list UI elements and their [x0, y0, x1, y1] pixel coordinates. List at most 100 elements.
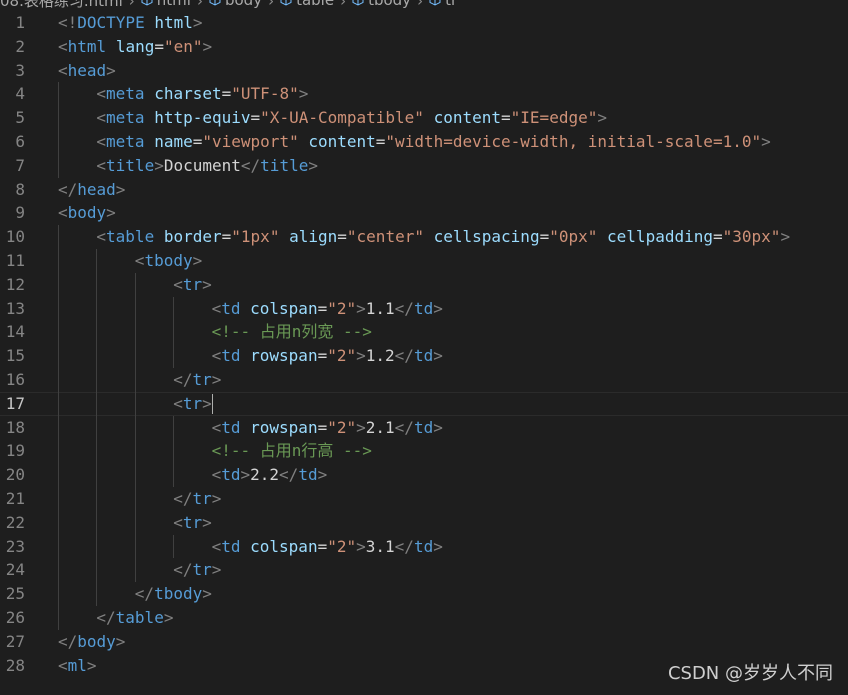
code-line[interactable]: 20 <td>2.2</td>: [0, 463, 848, 487]
token-p: <: [58, 60, 68, 80]
breadcrumb-item-tbody[interactable]: tbody: [352, 0, 411, 9]
code-line[interactable]: 16 </tr>: [0, 367, 848, 392]
token-str: "0px": [549, 227, 598, 247]
token-p: >: [298, 84, 309, 104]
line-number: 8: [15, 179, 25, 199]
code-line[interactable]: 10 <table border="1px" align="center" cel…: [0, 225, 848, 249]
code-line[interactable]: 13 <td colspan="2">1.1</td>: [0, 296, 848, 321]
line-number: 16: [5, 369, 25, 389]
token-p: </: [173, 369, 193, 389]
breadcrumb-file[interactable]: 08.表格练习.html: [0, 0, 123, 9]
code-line[interactable]: 12 <tr>: [0, 272, 848, 297]
line-number: 3: [15, 60, 25, 80]
code-line[interactable]: 14 <!-- 占用n列宽 -->: [0, 320, 848, 345]
token-tag: ml: [67, 655, 87, 675]
indent-guide: [134, 367, 136, 392]
token-text: =: [221, 227, 232, 247]
indent-guide: [96, 463, 98, 487]
code-content: </tr>: [173, 487, 221, 511]
indent-guide: [96, 558, 98, 583]
code-line[interactable]: 26 </table>: [0, 605, 848, 630]
code-content: <!-- 占用n列宽 -->: [212, 320, 372, 344]
indent-guide: [58, 225, 59, 249]
code-line[interactable]: 9 <body>: [0, 201, 848, 225]
breadcrumb-item-tr[interactable]: tr: [429, 0, 457, 9]
token-tag: meta: [106, 108, 145, 128]
code-line[interactable]: 1 <!DOCTYPE html>: [0, 11, 848, 35]
token-p: </: [96, 607, 116, 627]
indent-guide: [96, 415, 98, 440]
token-text: =: [337, 227, 347, 247]
line-number: 1: [15, 13, 25, 32]
code-editor[interactable]: 08.表格练习.html › html › body › table › tbody › tr 1 <…: [0, 0, 848, 695]
line-number: 13: [5, 298, 25, 318]
token-tag: td: [221, 346, 241, 366]
token-p: <: [211, 346, 222, 366]
token-attr: cellpadding: [607, 227, 713, 247]
token-attr: content: [433, 108, 502, 128]
indent-guide: [58, 391, 59, 416]
indent-guide: [58, 344, 59, 368]
token-p: <: [173, 393, 183, 413]
code-line[interactable]: 24 </tr>: [0, 558, 848, 583]
code-line[interactable]: 11 <tbody>: [0, 248, 848, 273]
indent-guide: [96, 391, 98, 416]
token-p: <: [96, 227, 107, 247]
indent-guide: [58, 367, 59, 392]
code-line[interactable]: 25 </tbody>: [0, 582, 848, 606]
token-p: <: [134, 250, 145, 270]
chevron-right-icon: ›: [417, 0, 424, 9]
token-tag: head: [77, 179, 116, 199]
indent-guide: [58, 82, 59, 107]
token-p: <: [96, 108, 107, 128]
token-tag: tr: [182, 274, 203, 294]
token-p: >: [202, 512, 212, 532]
token-p: <: [58, 203, 68, 223]
token-text: =: [317, 417, 328, 437]
code-line[interactable]: 18 <td rowspan="2">2.1</td>: [0, 415, 848, 440]
token-p: >: [240, 465, 251, 485]
code-line[interactable]: 15 <td rowspan="2">1.2</td>: [0, 344, 848, 368]
token-attr: html: [154, 13, 193, 32]
breadcrumb-item-table[interactable]: table: [280, 0, 334, 9]
code-line[interactable]: 7 <title>Document</title>: [0, 153, 848, 178]
code-line[interactable]: 17 <tr>: [0, 391, 848, 416]
token-str: "en": [163, 36, 203, 56]
code-line[interactable]: 2 <html lang="en">: [0, 35, 848, 59]
token-tag: tr: [192, 369, 212, 389]
token-tag: td: [413, 417, 434, 437]
token-text: =: [501, 108, 511, 128]
breadcrumb-item-html[interactable]: html: [141, 0, 191, 9]
code-line[interactable]: 5 <meta http-equiv="X-UA-Compatible" cont…: [0, 106, 848, 130]
breadcrumb: 08.表格练习.html › html › body › table › tbody › tr: [0, 0, 848, 9]
code-line[interactable]: 23 <td colspan="2">3.1</td>: [0, 534, 848, 559]
token-tag: td: [413, 346, 434, 366]
token-str: "X-UA-Compatible": [260, 108, 424, 128]
text-cursor: [211, 394, 213, 415]
code-line[interactable]: 22 <tr>: [0, 510, 848, 535]
code-line[interactable]: 19 <!-- 占用n行高 -->: [0, 439, 848, 464]
indent-guide: [96, 367, 98, 392]
line-number: 17: [5, 393, 25, 413]
indent-guide: [134, 391, 136, 416]
breadcrumb-label: body: [224, 0, 263, 9]
token-p: >: [202, 393, 212, 413]
line-number: 28: [5, 655, 25, 675]
token-attr: cellspacing: [433, 227, 540, 247]
code-line[interactable]: 3 <head>: [0, 59, 848, 83]
code-lines[interactable]: 1 <!DOCTYPE html> 2 <html lang="en"> 3 < head >…: [0, 11, 848, 677]
code-line[interactable]: 21 </tr>: [0, 486, 848, 511]
code-line[interactable]: 8 </head>: [0, 178, 848, 202]
breadcrumb-item-body[interactable]: body: [209, 0, 262, 9]
token-p: <: [58, 36, 68, 56]
code-line[interactable]: 6 <meta name="viewport" content="width=de…: [0, 129, 848, 154]
code-line[interactable]: 4 <meta charset="UTF-8">: [0, 82, 848, 107]
element-cube-icon: [429, 0, 441, 6]
code-line[interactable]: 27 </body>: [0, 630, 848, 654]
chevron-right-icon: ›: [268, 0, 275, 9]
element-cube-icon: [141, 0, 153, 6]
line-number: 26: [5, 607, 25, 627]
